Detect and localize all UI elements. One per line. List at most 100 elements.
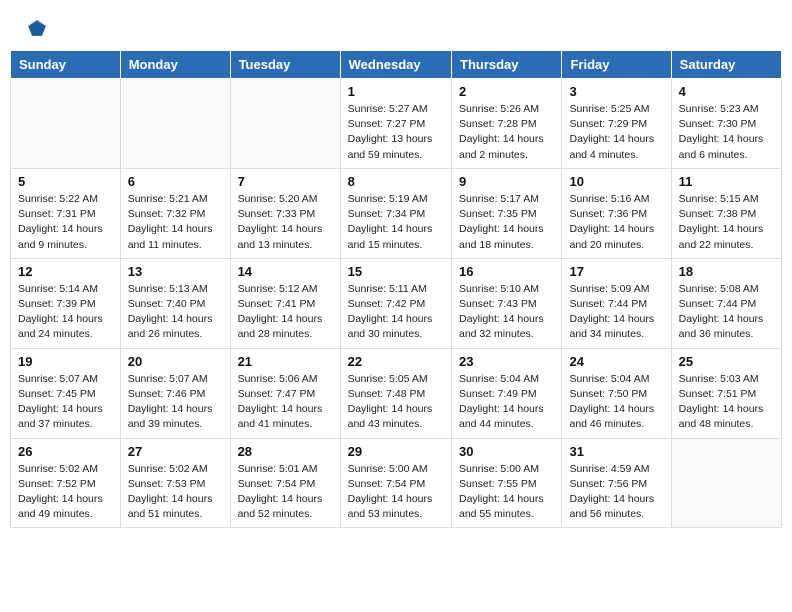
calendar-cell: 14 Sunrise: 5:12 AM Sunset: 7:41 PM Dayli… bbox=[230, 258, 340, 348]
day-info: Sunrise: 5:17 AM Sunset: 7:35 PM Dayligh… bbox=[459, 192, 554, 253]
calendar-cell: 31Sunrise: 4:59 AM Sunset: 7:56 PM Dayli… bbox=[562, 438, 671, 528]
day-info: Sunrise: 5:10 AM Sunset: 7:43 PM Dayligh… bbox=[459, 282, 554, 343]
calendar-cell: 7 Sunrise: 5:20 AM Sunset: 7:33 PM Daylig… bbox=[230, 168, 340, 258]
day-info: Sunrise: 5:21 AM Sunset: 7:32 PM Dayligh… bbox=[128, 192, 223, 253]
day-number: 22 bbox=[348, 354, 444, 369]
day-info: Sunrise: 5:14 AM Sunset: 7:39 PM Dayligh… bbox=[18, 282, 113, 343]
calendar-cell: 16Sunrise: 5:10 AM Sunset: 7:43 PM Dayli… bbox=[452, 258, 562, 348]
calendar-table: SundayMondayTuesdayWednesdayThursdayFrid… bbox=[10, 50, 782, 528]
calendar-cell: 8 Sunrise: 5:19 AM Sunset: 7:34 PM Daylig… bbox=[340, 168, 451, 258]
day-info: Sunrise: 5:23 AM Sunset: 7:30 PM Dayligh… bbox=[679, 102, 774, 163]
day-info: Sunrise: 5:12 AM Sunset: 7:41 PM Dayligh… bbox=[238, 282, 333, 343]
day-info: Sunrise: 5:08 AM Sunset: 7:44 PM Dayligh… bbox=[679, 282, 774, 343]
calendar-cell: 27Sunrise: 5:02 AM Sunset: 7:53 PM Dayli… bbox=[120, 438, 230, 528]
day-number: 9 bbox=[459, 174, 554, 189]
calendar-week-row: 19 Sunrise: 5:07 AM Sunset: 7:45 PM Dayli… bbox=[11, 348, 782, 438]
calendar-cell: 24Sunrise: 5:04 AM Sunset: 7:50 PM Dayli… bbox=[562, 348, 671, 438]
calendar-cell bbox=[120, 79, 230, 169]
weekday-header-tuesday: Tuesday bbox=[230, 51, 340, 79]
calendar-cell: 30 Sunrise: 5:00 AM Sunset: 7:55 PM Dayli… bbox=[452, 438, 562, 528]
day-number: 23 bbox=[459, 354, 554, 369]
calendar-cell: 29 Sunrise: 5:00 AM Sunset: 7:54 PM Dayli… bbox=[340, 438, 451, 528]
page: SundayMondayTuesdayWednesdayThursdayFrid… bbox=[0, 0, 792, 538]
day-number: 31 bbox=[569, 444, 663, 459]
day-number: 8 bbox=[348, 174, 444, 189]
day-info: Sunrise: 5:07 AM Sunset: 7:45 PM Dayligh… bbox=[18, 372, 113, 433]
weekday-header-thursday: Thursday bbox=[452, 51, 562, 79]
day-info: Sunrise: 5:25 AM Sunset: 7:29 PM Dayligh… bbox=[569, 102, 663, 163]
calendar-cell: 9 Sunrise: 5:17 AM Sunset: 7:35 PM Daylig… bbox=[452, 168, 562, 258]
day-info: Sunrise: 5:02 AM Sunset: 7:53 PM Dayligh… bbox=[128, 462, 223, 523]
calendar-cell: 28Sunrise: 5:01 AM Sunset: 7:54 PM Dayli… bbox=[230, 438, 340, 528]
logo-flag-icon bbox=[26, 18, 48, 40]
day-number: 1 bbox=[348, 84, 444, 99]
calendar-cell: 6 Sunrise: 5:21 AM Sunset: 7:32 PM Daylig… bbox=[120, 168, 230, 258]
day-number: 24 bbox=[569, 354, 663, 369]
calendar-cell: 25Sunrise: 5:03 AM Sunset: 7:51 PM Dayli… bbox=[671, 348, 781, 438]
day-info: Sunrise: 5:13 AM Sunset: 7:40 PM Dayligh… bbox=[128, 282, 223, 343]
day-number: 29 bbox=[348, 444, 444, 459]
calendar-cell bbox=[230, 79, 340, 169]
day-number: 14 bbox=[238, 264, 333, 279]
day-number: 12 bbox=[18, 264, 113, 279]
weekday-header-friday: Friday bbox=[562, 51, 671, 79]
calendar-week-row: 12 Sunrise: 5:14 AM Sunset: 7:39 PM Dayli… bbox=[11, 258, 782, 348]
day-number: 15 bbox=[348, 264, 444, 279]
calendar-cell: 19 Sunrise: 5:07 AM Sunset: 7:45 PM Dayli… bbox=[11, 348, 121, 438]
calendar-cell: 21 Sunrise: 5:06 AM Sunset: 7:47 PM Dayli… bbox=[230, 348, 340, 438]
calendar-cell: 3Sunrise: 5:25 AM Sunset: 7:29 PM Daylig… bbox=[562, 79, 671, 169]
day-number: 6 bbox=[128, 174, 223, 189]
calendar-cell: 26Sunrise: 5:02 AM Sunset: 7:52 PM Dayli… bbox=[11, 438, 121, 528]
calendar-cell bbox=[671, 438, 781, 528]
day-info: Sunrise: 5:09 AM Sunset: 7:44 PM Dayligh… bbox=[569, 282, 663, 343]
calendar-cell: 18 Sunrise: 5:08 AM Sunset: 7:44 PM Dayli… bbox=[671, 258, 781, 348]
day-number: 21 bbox=[238, 354, 333, 369]
calendar-cell: 11 Sunrise: 5:15 AM Sunset: 7:38 PM Dayli… bbox=[671, 168, 781, 258]
calendar-cell: 12 Sunrise: 5:14 AM Sunset: 7:39 PM Dayli… bbox=[11, 258, 121, 348]
day-info: Sunrise: 5:27 AM Sunset: 7:27 PM Dayligh… bbox=[348, 102, 444, 163]
day-number: 25 bbox=[679, 354, 774, 369]
calendar-cell: 15Sunrise: 5:11 AM Sunset: 7:42 PM Dayli… bbox=[340, 258, 451, 348]
day-number: 26 bbox=[18, 444, 113, 459]
logo bbox=[24, 18, 48, 40]
day-info: Sunrise: 5:26 AM Sunset: 7:28 PM Dayligh… bbox=[459, 102, 554, 163]
weekday-header-saturday: Saturday bbox=[671, 51, 781, 79]
day-number: 10 bbox=[569, 174, 663, 189]
calendar-cell: 10 Sunrise: 5:16 AM Sunset: 7:36 PM Dayli… bbox=[562, 168, 671, 258]
day-number: 19 bbox=[18, 354, 113, 369]
calendar-cell: 2 Sunrise: 5:26 AM Sunset: 7:28 PM Daylig… bbox=[452, 79, 562, 169]
day-info: Sunrise: 5:22 AM Sunset: 7:31 PM Dayligh… bbox=[18, 192, 113, 253]
calendar-cell: 23 Sunrise: 5:04 AM Sunset: 7:49 PM Dayli… bbox=[452, 348, 562, 438]
weekday-header-sunday: Sunday bbox=[11, 51, 121, 79]
day-info: Sunrise: 5:07 AM Sunset: 7:46 PM Dayligh… bbox=[128, 372, 223, 433]
day-number: 30 bbox=[459, 444, 554, 459]
calendar-week-row: 5 Sunrise: 5:22 AM Sunset: 7:31 PM Daylig… bbox=[11, 168, 782, 258]
calendar-cell: 22 Sunrise: 5:05 AM Sunset: 7:48 PM Dayli… bbox=[340, 348, 451, 438]
day-number: 18 bbox=[679, 264, 774, 279]
day-info: Sunrise: 5:19 AM Sunset: 7:34 PM Dayligh… bbox=[348, 192, 444, 253]
day-info: Sunrise: 5:05 AM Sunset: 7:48 PM Dayligh… bbox=[348, 372, 444, 433]
day-info: Sunrise: 5:01 AM Sunset: 7:54 PM Dayligh… bbox=[238, 462, 333, 523]
calendar-wrap: SundayMondayTuesdayWednesdayThursdayFrid… bbox=[0, 50, 792, 538]
calendar-week-row: 1 Sunrise: 5:27 AM Sunset: 7:27 PM Daylig… bbox=[11, 79, 782, 169]
day-number: 4 bbox=[679, 84, 774, 99]
day-info: Sunrise: 5:06 AM Sunset: 7:47 PM Dayligh… bbox=[238, 372, 333, 433]
day-number: 5 bbox=[18, 174, 113, 189]
calendar-cell: 17 Sunrise: 5:09 AM Sunset: 7:44 PM Dayli… bbox=[562, 258, 671, 348]
day-number: 7 bbox=[238, 174, 333, 189]
header bbox=[0, 0, 792, 50]
day-info: Sunrise: 5:00 AM Sunset: 7:55 PM Dayligh… bbox=[459, 462, 554, 523]
day-info: Sunrise: 5:00 AM Sunset: 7:54 PM Dayligh… bbox=[348, 462, 444, 523]
calendar-week-row: 26Sunrise: 5:02 AM Sunset: 7:52 PM Dayli… bbox=[11, 438, 782, 528]
weekday-header-monday: Monday bbox=[120, 51, 230, 79]
calendar-cell: 4 Sunrise: 5:23 AM Sunset: 7:30 PM Daylig… bbox=[671, 79, 781, 169]
calendar-cell: 1 Sunrise: 5:27 AM Sunset: 7:27 PM Daylig… bbox=[340, 79, 451, 169]
day-info: Sunrise: 5:15 AM Sunset: 7:38 PM Dayligh… bbox=[679, 192, 774, 253]
day-number: 11 bbox=[679, 174, 774, 189]
day-number: 2 bbox=[459, 84, 554, 99]
day-info: Sunrise: 5:04 AM Sunset: 7:49 PM Dayligh… bbox=[459, 372, 554, 433]
day-info: Sunrise: 5:16 AM Sunset: 7:36 PM Dayligh… bbox=[569, 192, 663, 253]
day-info: Sunrise: 5:20 AM Sunset: 7:33 PM Dayligh… bbox=[238, 192, 333, 253]
calendar-cell: 13Sunrise: 5:13 AM Sunset: 7:40 PM Dayli… bbox=[120, 258, 230, 348]
day-number: 17 bbox=[569, 264, 663, 279]
